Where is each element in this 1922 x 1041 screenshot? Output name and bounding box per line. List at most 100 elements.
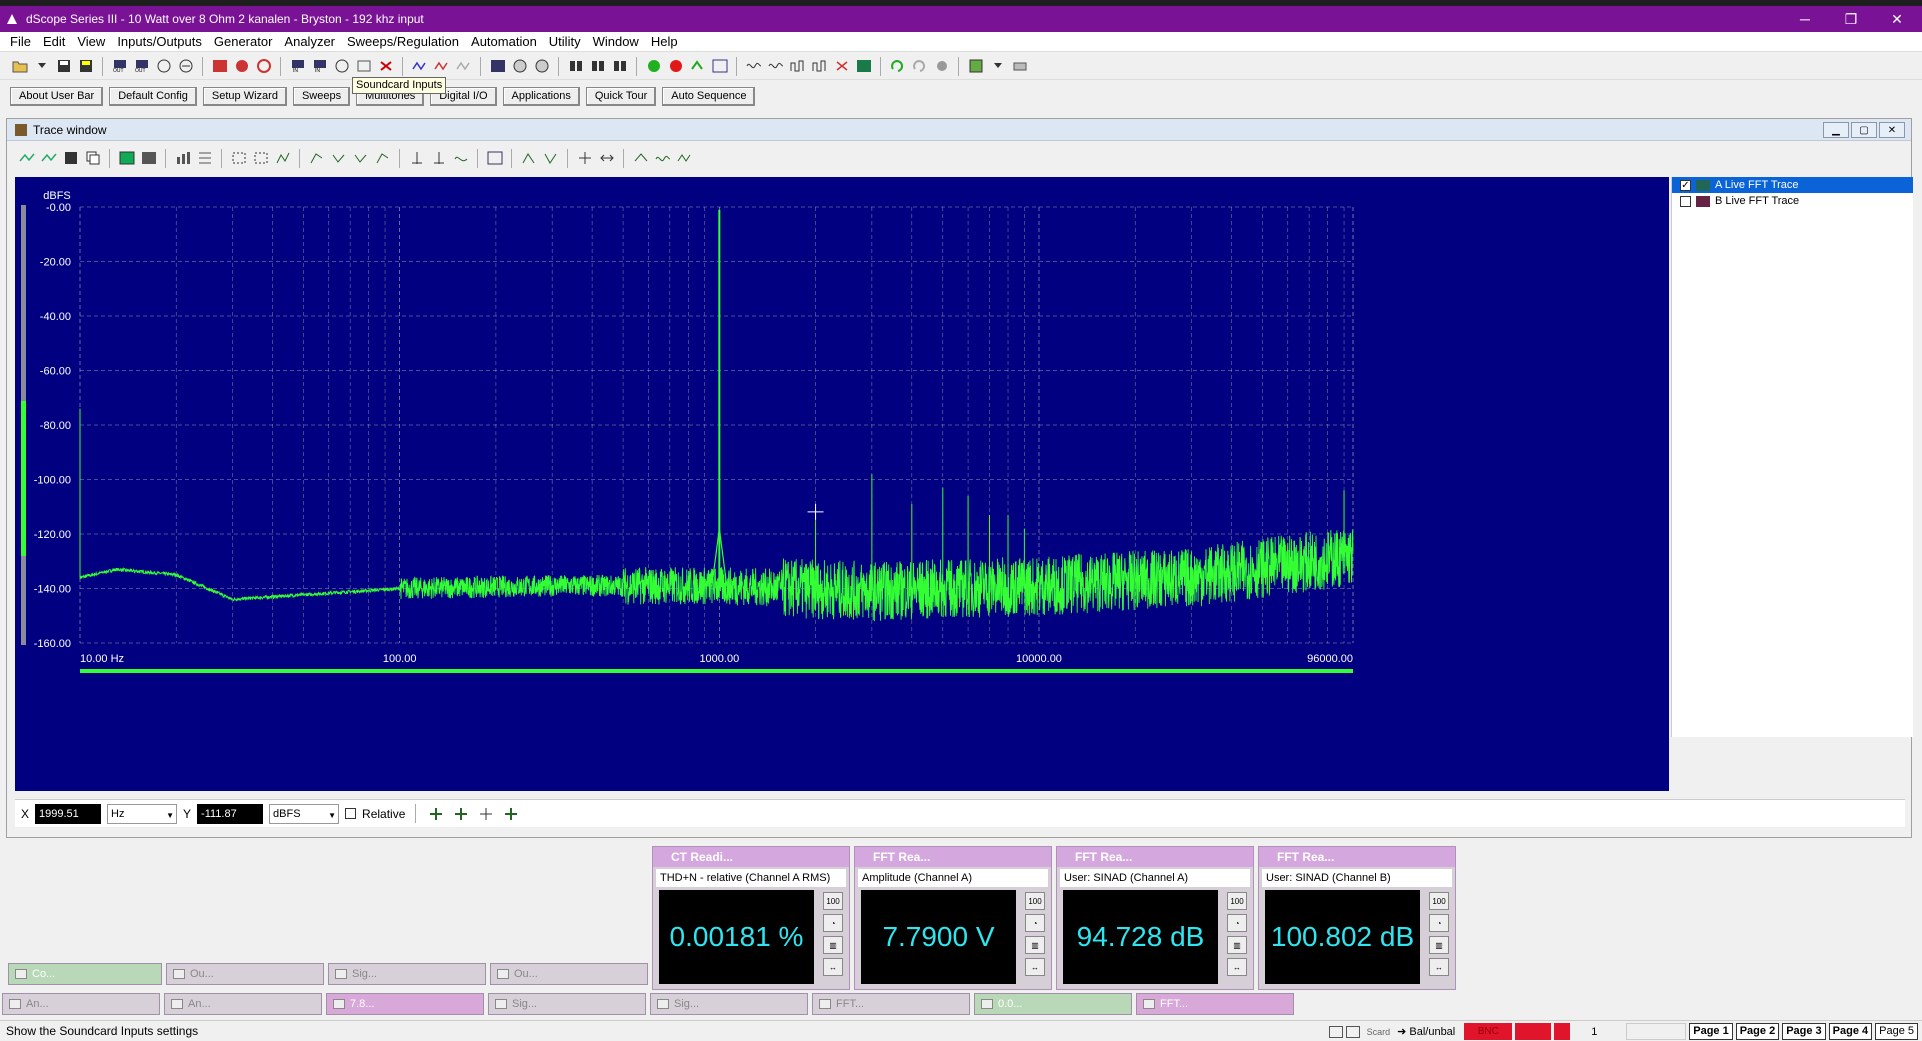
- reader-expand-icon[interactable]: ↔: [1227, 958, 1247, 976]
- cursor-move-3-icon[interactable]: [476, 804, 495, 823]
- trace-add-icon[interactable]: [39, 149, 58, 168]
- trace-minimize-button[interactable]: ▁: [1823, 122, 1849, 138]
- minimized-window[interactable]: 0.0...: [974, 993, 1132, 1015]
- record-icon[interactable]: [666, 57, 685, 76]
- input-a-icon[interactable]: IN: [288, 57, 307, 76]
- menu-automation[interactable]: Automation: [465, 32, 543, 52]
- page-5-button[interactable]: Page 5: [1875, 1023, 1918, 1040]
- reader-title[interactable]: FFT Rea...: [855, 847, 1051, 867]
- reader-chart-icon[interactable]: ▥: [1429, 936, 1449, 954]
- expand-icon[interactable]: [597, 149, 616, 168]
- menu-view[interactable]: View: [71, 32, 111, 52]
- trace-maximize-button[interactable]: ▢: [1851, 122, 1877, 138]
- filter-2-icon[interactable]: [766, 57, 785, 76]
- grid-icon[interactable]: [575, 149, 594, 168]
- reader-zoom-icon[interactable]: 100: [823, 892, 843, 910]
- peak-1-icon[interactable]: [407, 149, 426, 168]
- minimized-window[interactable]: Sig...: [488, 993, 646, 1015]
- fft-chart-svg[interactable]: -0.00 -20.00 -40.00 -60.00 -80.00 -100.00 -120…: [15, 177, 1669, 791]
- output-b-icon[interactable]: OUT: [132, 57, 151, 76]
- peak-2-icon[interactable]: [429, 149, 448, 168]
- cursor-4-icon[interactable]: [373, 149, 392, 168]
- cursor-y-unit-select[interactable]: dBFS: [269, 803, 340, 825]
- menu-sweeps-regulation[interactable]: Sweeps/Regulation: [341, 32, 465, 52]
- analyzer-b-icon[interactable]: [232, 57, 251, 76]
- fft-plot[interactable]: -0.00 -20.00 -40.00 -60.00 -80.00 -100.00 -120…: [15, 177, 1669, 791]
- minimized-window[interactable]: Co...: [8, 963, 162, 985]
- minimized-window[interactable]: 7.8...: [326, 993, 484, 1015]
- output-a-icon[interactable]: OUT: [110, 57, 129, 76]
- trace-copy-icon[interactable]: [83, 149, 102, 168]
- reader-title[interactable]: CT Readi...: [653, 847, 849, 867]
- analysis-2-icon[interactable]: [653, 149, 672, 168]
- reader-expand-icon[interactable]: ↔: [1025, 958, 1045, 976]
- peak-3-icon[interactable]: [451, 149, 470, 168]
- reader-chart-icon[interactable]: ▥: [1227, 936, 1247, 954]
- reader-sinad-b[interactable]: FFT Rea... User: SINAD (Channel B) 100.8…: [1258, 846, 1456, 990]
- minimized-window[interactable]: Sig...: [650, 993, 808, 1015]
- reader-sinad-a[interactable]: FFT Rea... User: SINAD (Channel A) 94.72…: [1056, 846, 1254, 990]
- reader-label[interactable]: User: SINAD (Channel A): [1060, 869, 1250, 887]
- trace-table-icon[interactable]: [195, 149, 214, 168]
- scope-icon[interactable]: [510, 57, 529, 76]
- reader-title[interactable]: FFT Rea...: [1057, 847, 1253, 867]
- menu-help[interactable]: Help: [645, 32, 684, 52]
- dropdown-icon[interactable]: [32, 57, 51, 76]
- config-dropdown-icon[interactable]: [988, 57, 1007, 76]
- measure-1-icon[interactable]: [566, 57, 585, 76]
- reader-amplitude[interactable]: FFT Rea... Amplitude (Channel A) 7.7900 …: [854, 846, 1052, 990]
- open-icon[interactable]: [10, 57, 29, 76]
- cursor-1-icon[interactable]: [307, 149, 326, 168]
- reader-chart-icon[interactable]: ▥: [823, 936, 843, 954]
- reset-icon[interactable]: [376, 57, 395, 76]
- menu-edit[interactable]: Edit: [37, 32, 71, 52]
- analyzer-a-icon[interactable]: [210, 57, 229, 76]
- minimized-window[interactable]: Ou...: [166, 963, 324, 985]
- menu-generator[interactable]: Generator: [208, 32, 279, 52]
- chart-icon[interactable]: [854, 57, 873, 76]
- reader-label[interactable]: THD+N - relative (Channel A RMS): [656, 869, 846, 887]
- setup-wizard-button[interactable]: Setup Wizard: [202, 86, 287, 106]
- filter-3-icon[interactable]: [788, 57, 807, 76]
- cursor-move-2-icon[interactable]: [451, 804, 470, 823]
- generator-settings-icon[interactable]: [176, 57, 195, 76]
- refresh-disabled-icon[interactable]: [910, 57, 929, 76]
- trace-icon[interactable]: [488, 57, 507, 76]
- quick-tour-button[interactable]: Quick Tour: [585, 86, 657, 106]
- axis-2-icon[interactable]: [541, 149, 560, 168]
- minimized-window[interactable]: An...: [164, 993, 322, 1015]
- filter-5-icon[interactable]: [832, 57, 851, 76]
- trace-display-icon[interactable]: [117, 149, 136, 168]
- reader-meter-icon[interactable]: ◔: [1429, 914, 1449, 932]
- cursor-x-unit-select[interactable]: Hz: [107, 803, 178, 825]
- reader-zoom-icon[interactable]: 100: [1227, 892, 1247, 910]
- analysis-3-icon[interactable]: [675, 149, 694, 168]
- menu-utility[interactable]: Utility: [543, 32, 587, 52]
- trace-close-button[interactable]: ✕: [1879, 122, 1905, 138]
- multi-icon[interactable]: [532, 57, 551, 76]
- legend-b-checkbox[interactable]: [1680, 195, 1691, 207]
- minimized-window[interactable]: FFT...: [1136, 993, 1294, 1015]
- sweep-stop-icon[interactable]: [432, 57, 451, 76]
- marker-icon[interactable]: [485, 149, 504, 168]
- relative-checkbox[interactable]: [345, 808, 357, 819]
- cursor-x-value[interactable]: 1999.51: [35, 803, 102, 824]
- reader-zoom-icon[interactable]: 100: [1025, 892, 1045, 910]
- reader-chart-icon[interactable]: ▥: [1025, 936, 1045, 954]
- zoom-y-icon[interactable]: [273, 149, 292, 168]
- cursor-2-icon[interactable]: [329, 149, 348, 168]
- refresh-icon[interactable]: [888, 57, 907, 76]
- generator-icon[interactable]: [154, 57, 173, 76]
- auto-sequence-button[interactable]: Auto Sequence: [662, 86, 756, 106]
- page-2-button[interactable]: Page 2: [1735, 1023, 1780, 1040]
- close-button[interactable]: ✕: [1874, 6, 1920, 32]
- reader-meter-icon[interactable]: ◔: [1025, 914, 1045, 932]
- save-icon[interactable]: [54, 57, 73, 76]
- measure-2-icon[interactable]: [588, 57, 607, 76]
- reader-meter-icon[interactable]: ◔: [1227, 914, 1247, 932]
- print-icon[interactable]: [1010, 57, 1029, 76]
- trace-chart-icon[interactable]: [173, 149, 192, 168]
- minimized-window[interactable]: An...: [2, 993, 160, 1015]
- page-1-button[interactable]: Page 1: [1689, 1023, 1733, 1040]
- trace-display2-icon[interactable]: [139, 149, 158, 168]
